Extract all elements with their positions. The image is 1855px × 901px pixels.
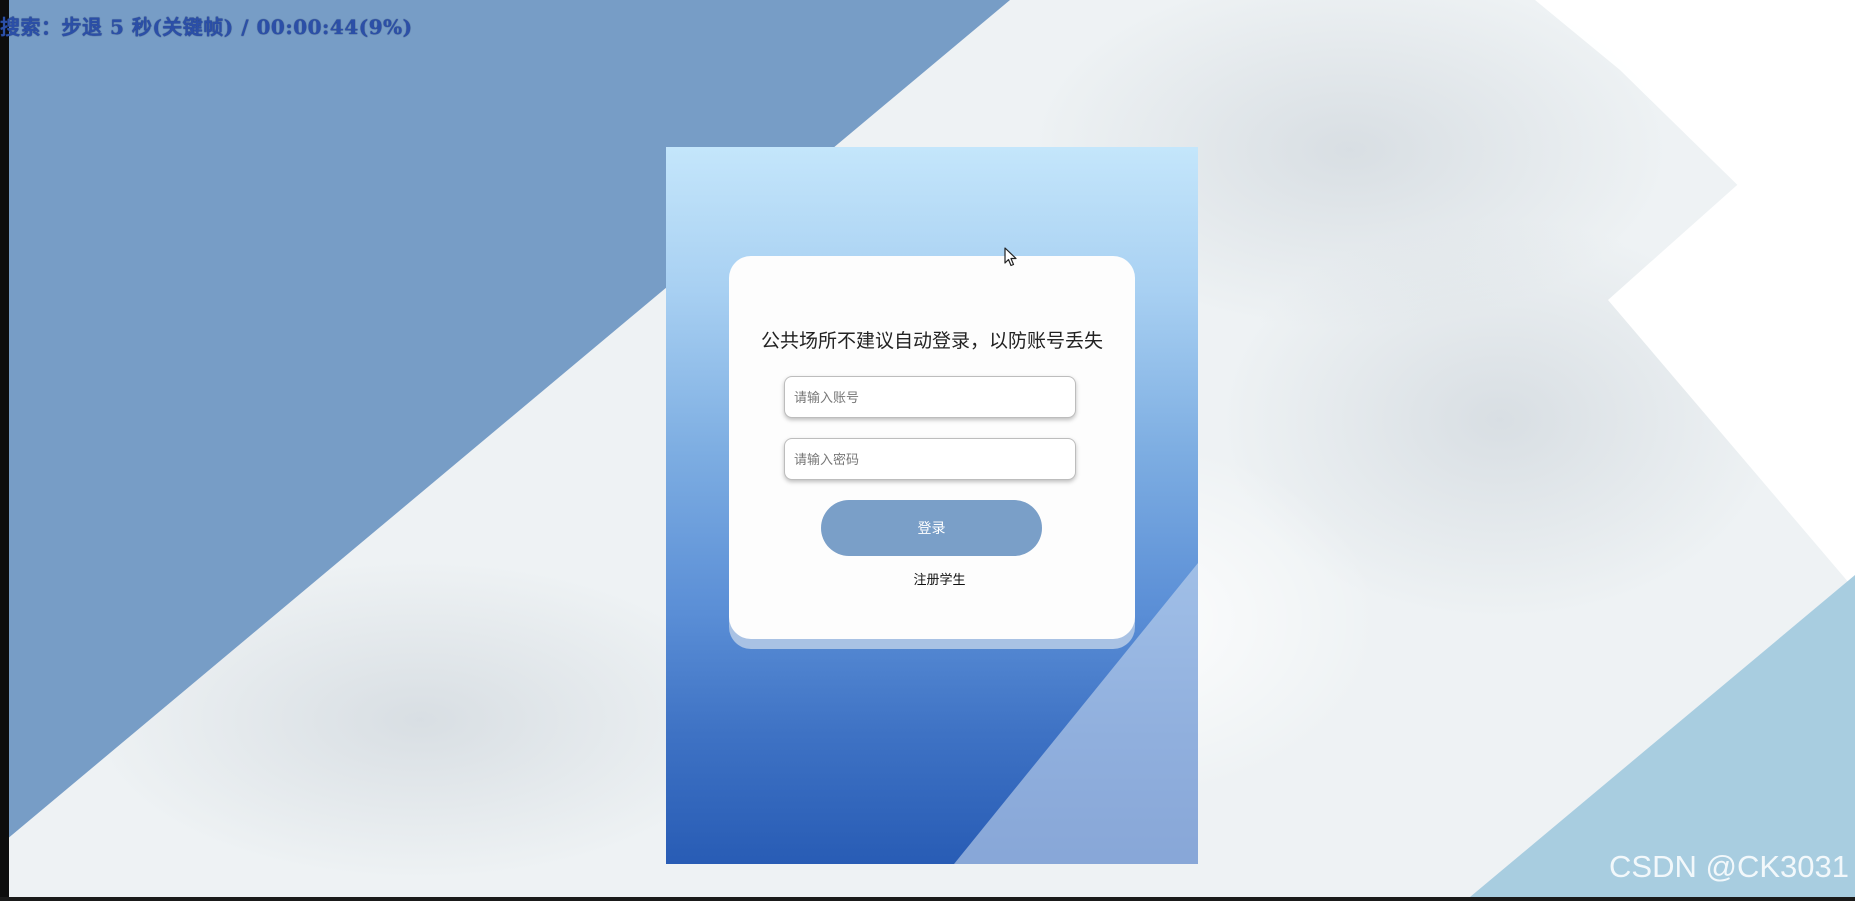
login-card: 公共场所不建议自动登录，以防账号丢失 登录 注册学生 — [729, 256, 1135, 639]
mouse-pointer-icon — [1004, 247, 1017, 267]
video-osd-text: 搜索：步退 5 秒(关键帧) / 00:00:44(9%) — [0, 15, 413, 39]
login-button[interactable]: 登录 — [821, 500, 1042, 556]
account-input[interactable] — [784, 376, 1076, 418]
login-panel: 公共场所不建议自动登录，以防账号丢失 登录 注册学生 — [666, 147, 1198, 864]
csdn-watermark: CSDN @CK3031 — [1609, 849, 1849, 884]
login-notice: 公共场所不建议自动登录，以防账号丢失 — [760, 331, 1103, 352]
register-student-link[interactable]: 注册学生 — [729, 569, 1150, 588]
bottom-edge-bar — [0, 897, 1855, 901]
left-edge-bar — [0, 0, 9, 897]
app-viewport: 搜索：步退 5 秒(关键帧) / 00:00:44(9%) 公共场所不建议自动登… — [0, 0, 1855, 897]
password-input[interactable] — [784, 438, 1076, 480]
